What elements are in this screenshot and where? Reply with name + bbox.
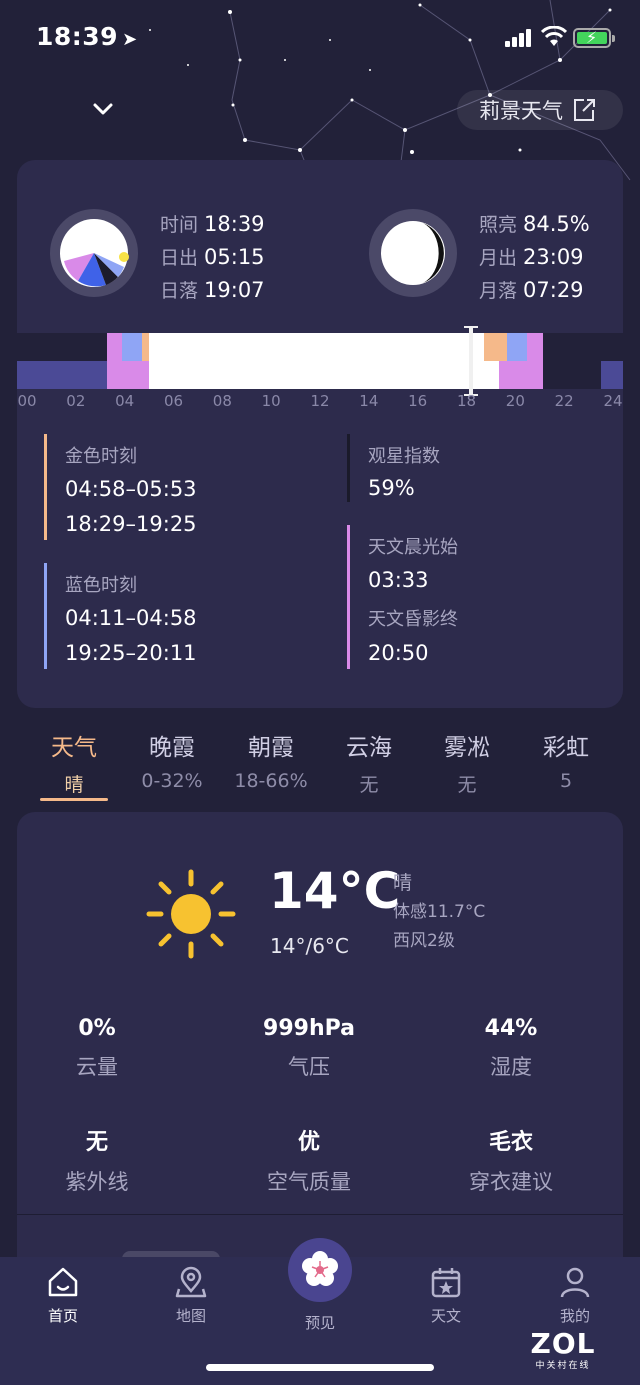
golden-hour-evening: 18:29–19:25 xyxy=(65,512,197,536)
nav-preview[interactable] xyxy=(288,1238,352,1302)
sunny-icon xyxy=(146,869,236,959)
user-icon xyxy=(560,1267,590,1298)
golden-hour-label: 金色时刻 xyxy=(65,446,137,467)
stargazing-label: 观星指数 xyxy=(368,446,440,467)
tab-sunrise-glow[interactable]: 朝霞 18-66% xyxy=(216,728,326,792)
blue-hour-bar xyxy=(44,563,47,669)
battery-icon: ⚡ xyxy=(573,28,615,48)
stat-air-quality: 优空气质量 xyxy=(267,1130,351,1194)
forecast-tabs: 天气晴 晚霞 0-32% 朝霞 18-66% 云海无 雾凇无 彩虹 5 xyxy=(0,728,640,808)
astronomical-bar xyxy=(347,525,350,669)
blue-hour-label: 蓝色时刻 xyxy=(65,575,137,596)
timeline-tick-label: 16 xyxy=(408,392,428,410)
astro-dawn-label: 天文晨光始 xyxy=(368,537,458,558)
timeline-tick-label: 02 xyxy=(66,392,86,410)
tab-rime[interactable]: 雾凇无 xyxy=(412,728,522,797)
timeline-tick-label: 04 xyxy=(115,392,135,410)
nav-preview-label[interactable]: 预见 xyxy=(305,1312,335,1333)
cellular-signal-icon xyxy=(505,29,535,47)
sun-dial-icon xyxy=(50,209,138,297)
stat-pressure: 999hPa 气压 xyxy=(263,1016,355,1079)
moon-phase-icon xyxy=(369,209,457,297)
stat-clothing: 毛衣 穿衣建议 xyxy=(469,1130,553,1194)
astro-dusk-label: 天文昏影终 xyxy=(368,609,458,630)
condition-text: 晴 xyxy=(393,872,413,894)
daylight-timeline[interactable] xyxy=(17,333,623,389)
sunrise-row: 日出 05:15 xyxy=(160,245,265,269)
timeline-golden-dusk xyxy=(484,333,507,361)
nav-astronomy[interactable]: 天文 xyxy=(401,1265,491,1326)
astro-dawn-value: 03:33 xyxy=(368,568,429,592)
timeline-blue-dusk xyxy=(507,333,527,361)
tab-rainbow[interactable]: 彩虹 5 xyxy=(511,728,621,792)
golden-hour-morning: 04:58–05:53 xyxy=(65,477,197,501)
tab-sunset-glow[interactable]: 晚霞 0-32% xyxy=(117,728,227,792)
status-bar: 18:39 ➤ ⚡ xyxy=(0,0,640,80)
moonrise-row: 月出 23:09 xyxy=(479,245,584,269)
calendar-star-icon xyxy=(431,1268,461,1298)
timeline-astro-dark xyxy=(17,361,107,389)
share-icon xyxy=(574,99,595,121)
stat-cloud-cover: 0% 云量 xyxy=(76,1016,118,1079)
stargazing-value: 59% xyxy=(368,476,415,500)
active-tab-indicator xyxy=(40,798,108,801)
home-icon xyxy=(48,1267,78,1297)
flower-icon xyxy=(302,1251,338,1286)
timeline-tick-label: 00 xyxy=(17,392,37,410)
timeline-tick-label: 08 xyxy=(212,392,232,410)
timeline-tick-label: 20 xyxy=(505,392,525,410)
status-time: 18:39 ➤ xyxy=(36,22,138,51)
blue-hour-evening: 19:25–20:11 xyxy=(65,641,197,665)
timeline-daylight xyxy=(149,333,499,389)
stargazing-bar xyxy=(347,434,350,502)
home-indicator[interactable] xyxy=(206,1364,434,1371)
wind-text: 西风2级 xyxy=(393,931,455,951)
timeline-tick-label: 22 xyxy=(554,392,574,410)
brand-label: 莉景天气 xyxy=(479,99,563,123)
zol-watermark: ZOL 中关村在线 xyxy=(530,1327,596,1372)
timeline-tick-label: 14 xyxy=(359,392,379,410)
sunset-row: 日落 19:07 xyxy=(160,278,265,302)
nav-profile[interactable]: 我的 xyxy=(530,1265,620,1326)
timeline-tick-label: 10 xyxy=(261,392,281,410)
timeline-tick-label: 24 xyxy=(603,392,623,410)
timeline-night-dusk xyxy=(543,333,601,389)
timeline-tick-label: 06 xyxy=(163,392,184,410)
card-divider xyxy=(17,1214,623,1215)
timeline-tick-label: 18 xyxy=(456,392,477,410)
nav-home[interactable]: 首页 xyxy=(18,1265,108,1326)
nav-map[interactable]: 地图 xyxy=(146,1265,236,1326)
chevron-down-icon[interactable] xyxy=(92,98,114,120)
timeline-blue-dawn xyxy=(122,333,142,361)
timeline-ticks: 00 02 04 06 08 10 12 14 16 18 20 22 24 xyxy=(17,392,623,414)
current-temperature: 14°C xyxy=(269,862,401,920)
tab-weather[interactable]: 天气晴 xyxy=(19,728,129,797)
astro-dusk-value: 20:50 xyxy=(368,641,429,665)
timeline-tick-label: 12 xyxy=(310,392,330,410)
illumination-row: 照亮 84.5% xyxy=(479,212,590,236)
stat-uv: 无紫外线 xyxy=(65,1130,129,1194)
tab-sea-of-clouds[interactable]: 云海无 xyxy=(314,728,424,797)
feels-like-text: 体感11.7°C xyxy=(393,902,486,922)
moonset-row: 月落 07:29 xyxy=(479,278,584,302)
time-row: 时间 18:39 xyxy=(160,212,265,236)
brand-share-button[interactable]: 莉景天气 xyxy=(457,90,623,130)
timeline-astro-dark-end xyxy=(601,361,623,389)
stat-humidity: 44% 湿度 xyxy=(484,1016,538,1079)
current-time-slider[interactable] xyxy=(464,326,478,396)
blue-hour-morning: 04:11–04:58 xyxy=(65,606,197,630)
location-arrow-icon: ➤ xyxy=(122,29,138,50)
temperature-range: 14°/6°C xyxy=(270,934,349,958)
golden-hour-bar xyxy=(44,434,47,540)
map-pin-icon xyxy=(175,1266,207,1298)
wifi-icon xyxy=(541,26,567,46)
